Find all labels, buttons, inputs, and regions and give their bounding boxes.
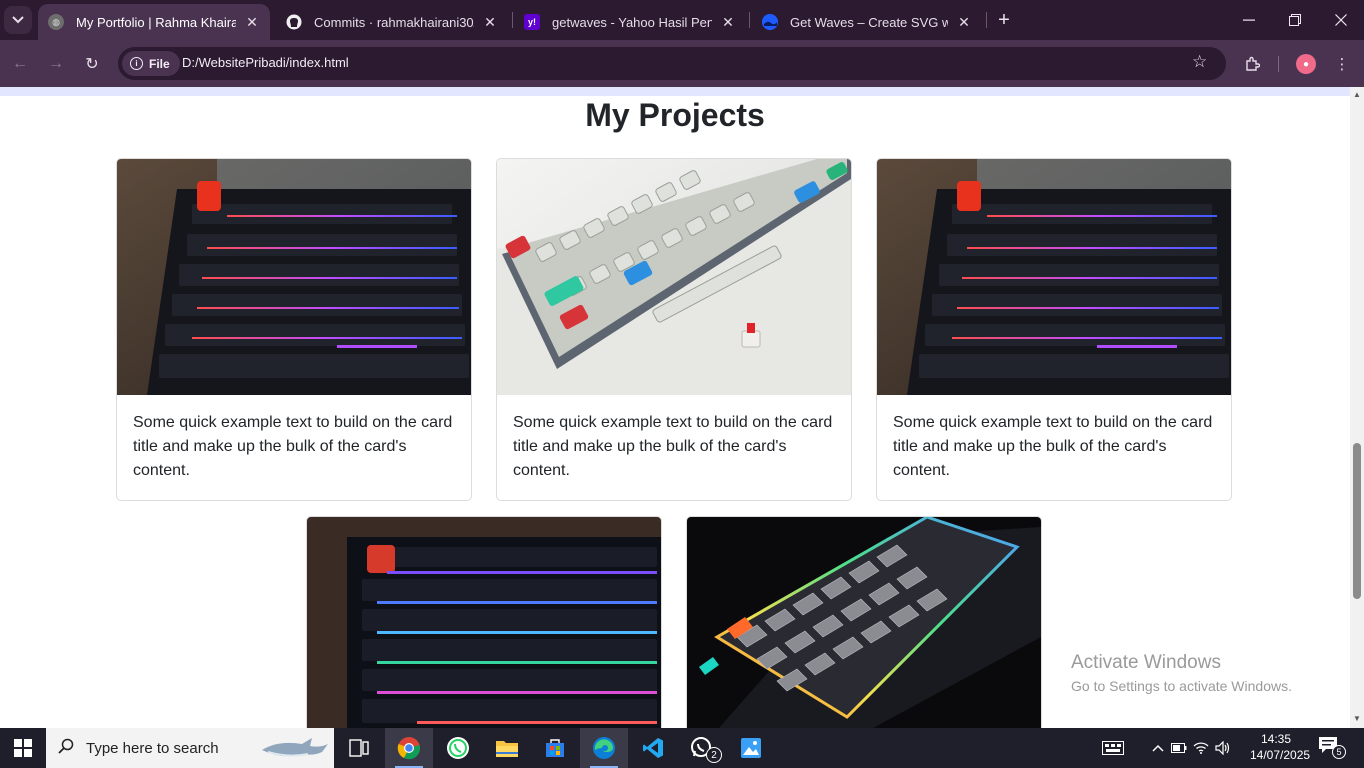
card-image xyxy=(877,159,1231,395)
task-view-icon xyxy=(349,739,369,757)
photos-icon xyxy=(741,738,761,758)
notification-count: 5 xyxy=(1332,745,1346,759)
taskbar-whatsapp[interactable]: 2 xyxy=(678,728,726,768)
taskbar-vscode[interactable] xyxy=(629,728,677,768)
profile-avatar[interactable]: ● xyxy=(1296,54,1316,74)
reload-icon: ↻ xyxy=(85,56,99,73)
site-info-chip[interactable]: i File xyxy=(122,51,180,76)
whatsapp-icon xyxy=(447,737,469,759)
taskbar-chrome[interactable] xyxy=(385,728,433,768)
project-card xyxy=(306,516,662,728)
tab-divider xyxy=(986,12,987,28)
taskbar-microsoft-store[interactable] xyxy=(531,728,579,768)
card-text: Some quick example text to build on the … xyxy=(513,414,833,479)
puzzle-icon xyxy=(1246,56,1260,71)
tab-yahoo-search[interactable]: y! getwaves - Yahoo Hasil Pencaria ✕ xyxy=(514,4,746,40)
chevron-down-icon xyxy=(12,16,24,24)
tab-commits[interactable]: Commits · rahmakhairani30/por ✕ xyxy=(276,4,508,40)
taskbar-clock[interactable]: 14:35 14/07/2025 xyxy=(1250,731,1310,763)
search-icon xyxy=(58,738,78,758)
system-tray xyxy=(1100,728,1234,768)
folder-icon xyxy=(496,741,518,757)
speaker-icon[interactable] xyxy=(1212,741,1234,755)
page-viewport: My Projects Some quick example text to b… xyxy=(0,87,1350,728)
restore-icon xyxy=(1289,14,1301,26)
tab-divider xyxy=(512,12,513,28)
arrow-left-icon: ← xyxy=(12,55,28,72)
bookmark-star-icon[interactable]: ☆ xyxy=(1192,52,1207,72)
browser-toolbar: ← → ↻ i File D:/WebsitePribadi/index.htm… xyxy=(0,40,1364,87)
plus-icon: + xyxy=(998,8,1010,31)
kebab-menu-icon: ⋮ xyxy=(1334,56,1350,73)
tab-get-waves[interactable]: Get Waves – Create SVG waves ✕ xyxy=(752,4,982,40)
url-text[interactable]: D:/WebsitePribadi/index.html xyxy=(182,55,349,70)
card-text: Some quick example text to build on the … xyxy=(893,414,1213,479)
shark-search-highlight-icon xyxy=(262,738,328,757)
activate-windows-watermark: Activate Windows Go to Settings to activ… xyxy=(1071,652,1292,694)
edge-icon xyxy=(593,737,615,759)
restore-button[interactable] xyxy=(1272,0,1318,40)
tab-search-button[interactable] xyxy=(4,6,32,34)
close-tab-icon[interactable]: ✕ xyxy=(720,14,736,31)
globe-icon: ◍ xyxy=(48,14,64,30)
close-tab-icon[interactable]: ✕ xyxy=(482,14,498,31)
info-icon: i xyxy=(130,57,143,70)
store-icon xyxy=(546,739,564,757)
keyboard-icon[interactable] xyxy=(1100,741,1126,755)
card-image xyxy=(307,517,661,728)
toolbar-divider xyxy=(1278,56,1279,72)
yahoo-icon: y! xyxy=(524,14,540,30)
extensions-button[interactable] xyxy=(1238,50,1266,78)
address-bar[interactable]: i File D:/WebsitePribadi/index.html ☆ xyxy=(118,47,1226,80)
back-button[interactable]: ← xyxy=(6,50,34,78)
windows-logo-icon xyxy=(14,739,32,757)
forward-button[interactable]: → xyxy=(42,50,70,78)
wifi-icon[interactable] xyxy=(1190,742,1212,754)
chrome-icon xyxy=(397,737,420,760)
chevron-up-icon[interactable] xyxy=(1148,744,1168,752)
windows-taskbar: Type here to search 2 14:35 14/07/2025 5 xyxy=(0,728,1364,768)
page-scrollbar[interactable]: ▲ ▼ xyxy=(1350,87,1364,728)
vscode-icon xyxy=(643,738,663,758)
scroll-up-arrow-icon[interactable]: ▲ xyxy=(1352,90,1362,99)
section-title: My Projects xyxy=(585,97,765,133)
card-image xyxy=(117,159,471,395)
new-tab-button[interactable]: + xyxy=(992,8,1016,32)
start-button[interactable] xyxy=(0,728,46,768)
tab-divider xyxy=(749,12,750,28)
card-image xyxy=(687,517,1041,728)
arrow-right-icon: → xyxy=(48,55,64,72)
github-icon xyxy=(286,14,302,30)
project-card xyxy=(686,516,1042,728)
notification-center-button[interactable]: 5 xyxy=(1318,736,1346,762)
close-window-button[interactable] xyxy=(1318,0,1364,40)
taskbar-file-explorer[interactable] xyxy=(483,728,531,768)
navbar-edge xyxy=(0,87,1350,96)
project-card: Some quick example text to build on the … xyxy=(496,158,852,501)
taskbar-edge[interactable] xyxy=(580,728,628,768)
task-view-button[interactable] xyxy=(335,728,383,768)
card-text: Some quick example text to build on the … xyxy=(133,414,453,479)
scroll-down-arrow-icon[interactable]: ▼ xyxy=(1352,714,1362,723)
close-tab-icon[interactable]: ✕ xyxy=(956,14,972,31)
taskbar-whatsapp-web[interactable] xyxy=(434,728,482,768)
taskbar-photos[interactable] xyxy=(727,728,775,768)
tab-my-portfolio[interactable]: ◍ My Portfolio | Rahma Khairani ✕ xyxy=(38,4,270,40)
close-icon xyxy=(1335,14,1347,26)
project-card: Some quick example text to build on the … xyxy=(876,158,1232,501)
minimize-icon xyxy=(1243,19,1255,21)
browser-menu-button[interactable]: ⋮ xyxy=(1328,50,1356,78)
scrollbar-thumb[interactable] xyxy=(1353,443,1361,599)
project-card: Some quick example text to build on the … xyxy=(116,158,472,501)
taskbar-search-box[interactable]: Type here to search xyxy=(46,728,334,768)
card-image xyxy=(497,159,851,395)
close-tab-icon[interactable]: ✕ xyxy=(244,14,260,31)
reload-button[interactable]: ↻ xyxy=(78,50,106,78)
tab-strip: ◍ My Portfolio | Rahma Khairani ✕ Commit… xyxy=(0,0,1364,40)
battery-icon[interactable] xyxy=(1168,743,1190,753)
getwaves-icon xyxy=(762,14,778,30)
minimize-button[interactable] xyxy=(1226,0,1272,40)
whatsapp-badge: 2 xyxy=(706,747,722,763)
